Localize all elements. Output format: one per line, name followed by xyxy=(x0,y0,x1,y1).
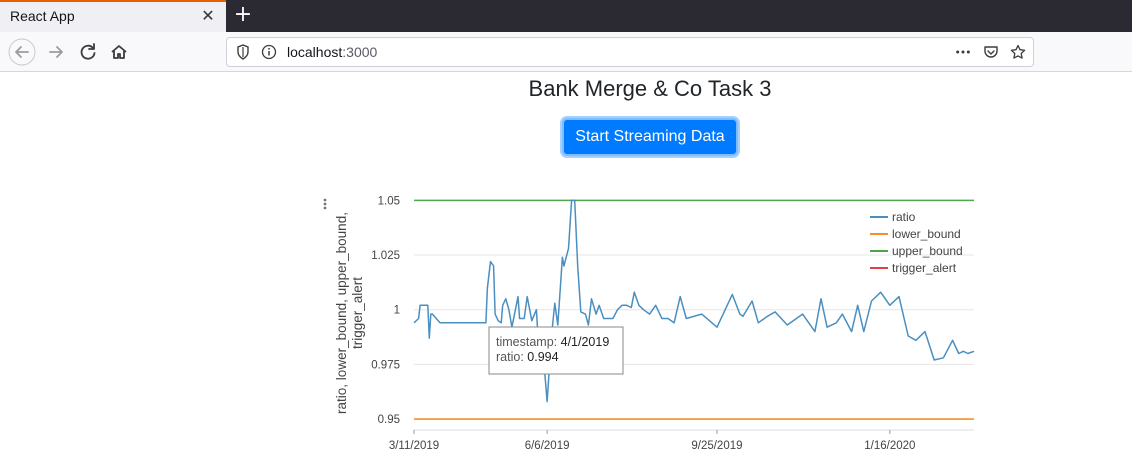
page-actions-menu-icon[interactable] xyxy=(955,44,971,60)
y-axis-title-line: ratio, lower_bound, upper_bound, xyxy=(334,212,349,414)
y-axis-title: ratio, lower_bound, upper_bound,trigger_… xyxy=(334,212,365,414)
pocket-icon[interactable] xyxy=(983,44,999,60)
y-tick-label: 1 xyxy=(394,305,400,317)
tab-bar: React App ✕ + xyxy=(0,0,1132,32)
forward-button[interactable] xyxy=(42,38,70,66)
home-icon xyxy=(111,45,127,59)
reload-button[interactable] xyxy=(74,38,102,66)
legend-label-upper-bound: upper_bound xyxy=(892,244,963,258)
tooltip-ratio-line: ratio: 0.994 xyxy=(496,350,559,364)
tooltip-timestamp-label: timestamp: xyxy=(496,335,557,349)
x-tick-label: 1/16/2020 xyxy=(864,440,915,452)
back-arrow-icon xyxy=(8,38,36,66)
close-tab-icon[interactable]: ✕ xyxy=(200,8,216,24)
chart-menu-icon[interactable] xyxy=(323,198,327,210)
x-tick-label: 9/25/2019 xyxy=(691,440,742,452)
reload-icon xyxy=(80,43,96,60)
url-port: :3000 xyxy=(342,44,378,60)
chart-gridlines xyxy=(414,199,974,431)
info-icon[interactable] xyxy=(261,44,277,60)
tooltip-timestamp-value: 4/1/2019 xyxy=(561,335,610,349)
url-bar[interactable]: localhost:3000 xyxy=(226,37,1034,67)
start-streaming-button[interactable]: Start Streaming Data xyxy=(562,118,738,156)
new-tab-icon[interactable]: + xyxy=(232,4,254,26)
chart-legend[interactable]: ratio lower_bound upper_bound trigger_alert xyxy=(870,210,963,275)
tab-title: React App xyxy=(10,8,75,24)
tooltip-ratio-label: ratio: xyxy=(496,350,524,364)
y-axis-ticks: 0.95 0.975 1 1.025 1.05 xyxy=(371,195,400,426)
browser-tab[interactable]: React App ✕ xyxy=(0,0,226,32)
page-title: Bank Merge & Co Task 3 xyxy=(528,76,772,101)
y-tick-label: 1.025 xyxy=(371,250,400,262)
y-axis-label: ratio, lower_bound, upper_bound,trigger_… xyxy=(334,212,365,414)
y-axis-title-line: trigger_alert xyxy=(350,277,365,349)
y-tick-label: 0.95 xyxy=(378,414,400,426)
tooltip-timestamp-line: timestamp: 4/1/2019 xyxy=(496,335,609,349)
legend-label-ratio: ratio xyxy=(892,210,916,224)
legend-label-trigger-alert: trigger_alert xyxy=(892,261,957,275)
x-tick-label: 3/11/2019 xyxy=(389,440,439,452)
home-button[interactable] xyxy=(105,38,133,66)
legend-label-lower-bound: lower_bound xyxy=(892,227,961,241)
chart-svg: 0.95 0.975 1 1.025 1.05 3/11/2019 6/6/2019 9/2… xyxy=(323,195,975,452)
x-tick-label: 6/6/2019 xyxy=(525,440,570,452)
y-tick-label: 1.05 xyxy=(378,195,400,207)
y-tick-label: 0.975 xyxy=(371,359,400,371)
ratio-chart: 0.95 0.975 1 1.025 1.05 3/11/2019 6/6/2019 9/2… xyxy=(310,190,990,460)
x-axis-ticks: 3/11/2019 6/6/2019 9/25/2019 1/16/2020 xyxy=(389,430,915,452)
shield-icon[interactable] xyxy=(235,44,251,60)
forward-arrow-icon xyxy=(49,46,63,58)
back-button[interactable] xyxy=(8,38,36,66)
navigation-bar: localhost:3000 xyxy=(0,32,1132,72)
url-host: localhost xyxy=(287,44,343,60)
url-text: localhost:3000 xyxy=(287,44,377,60)
tooltip-ratio-value: 0.994 xyxy=(527,350,558,364)
chart-tooltip: timestamp: 4/1/2019 ratio: 0.994 xyxy=(488,326,624,375)
bookmark-star-icon[interactable] xyxy=(1010,44,1026,60)
